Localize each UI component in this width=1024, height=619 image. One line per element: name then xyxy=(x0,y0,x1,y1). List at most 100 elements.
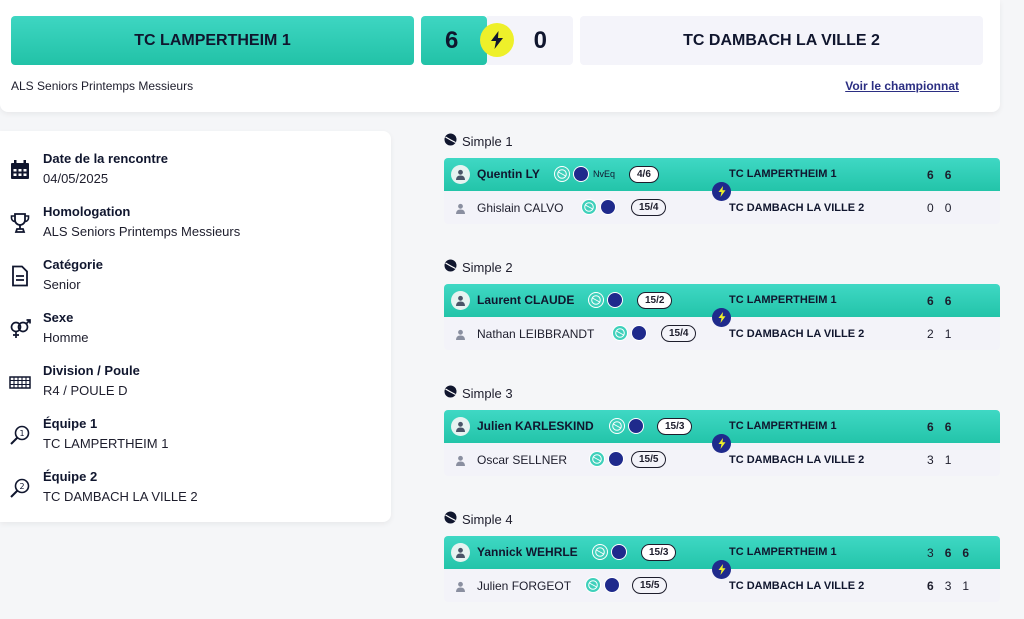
match-title-text: Simple 3 xyxy=(462,385,513,401)
lightning-icon xyxy=(712,182,731,201)
ranking-badge: 15/3 xyxy=(657,418,693,435)
set-score: 1 xyxy=(962,579,970,593)
winner-sets: 66 xyxy=(927,168,951,182)
tennis-badge-icon xyxy=(554,166,570,182)
ranking-badge: 15/3 xyxy=(641,544,677,561)
competition-label: ALS Seniors Printemps Messieurs xyxy=(11,79,194,93)
set-score: 3 xyxy=(927,546,934,560)
lightning-icon xyxy=(712,308,731,327)
player-team: TC LAMPERTHEIM 1 xyxy=(729,420,837,432)
player-name[interactable]: Yannick WEHRLE xyxy=(477,545,578,559)
player-team: TC LAMPERTHEIM 1 xyxy=(729,546,837,558)
player-team: TC LAMPERTHEIM 1 xyxy=(729,168,837,180)
championship-link[interactable]: Voir le championnat xyxy=(845,79,959,93)
tennis-badge-icon xyxy=(609,418,625,434)
player-badges xyxy=(581,199,616,215)
set-score: 6 xyxy=(927,294,934,308)
avatar-icon xyxy=(453,579,467,593)
player-badges xyxy=(612,325,647,341)
info-label: Division / Poule xyxy=(43,363,140,378)
eu-badge-icon xyxy=(604,577,620,593)
svg-text:2: 2 xyxy=(19,482,24,491)
info-category: Catégorie Senior xyxy=(0,257,380,301)
set-score: 6 xyxy=(944,420,952,434)
player-team: TC DAMBACH LA VILLE 2 xyxy=(729,328,865,340)
tennis-badge-icon xyxy=(585,577,601,593)
player-badges xyxy=(589,451,624,467)
player-name[interactable]: Quentin LY xyxy=(477,167,540,181)
tennis-badge-icon xyxy=(581,199,597,215)
eu-badge-icon xyxy=(631,325,647,341)
player-badges xyxy=(609,418,644,434)
document-icon xyxy=(12,265,28,287)
home-score: 6 xyxy=(421,16,487,65)
player-team: TC LAMPERTHEIM 1 xyxy=(729,294,837,306)
lightning-icon xyxy=(712,560,731,579)
match-title-text: Simple 4 xyxy=(462,511,513,527)
tennis-ball-icon xyxy=(444,259,457,275)
set-score: 1 xyxy=(944,327,952,341)
nveq-label: NvEq xyxy=(593,169,616,179)
player-team: TC DAMBACH LA VILLE 2 xyxy=(729,454,865,466)
trophy-icon xyxy=(10,213,30,233)
player-name[interactable]: Laurent CLAUDE xyxy=(477,293,574,307)
ranking-badge: 15/5 xyxy=(631,451,667,468)
set-score: 2 xyxy=(927,327,934,341)
player-name[interactable]: Julien KARLESKIND xyxy=(477,419,594,433)
player-name[interactable]: Oscar SELLNER xyxy=(477,453,567,467)
loser-sets: 21 xyxy=(927,327,951,341)
set-score: 6 xyxy=(927,168,934,182)
scoreboard-card: TC LAMPERTHEIM 1 6 0 TC DAMBACH LA VILLE… xyxy=(0,0,1000,112)
tennis-badge-icon xyxy=(588,292,604,308)
player-team: TC DAMBACH LA VILLE 2 xyxy=(729,202,865,214)
player-name[interactable]: Ghislain CALVO xyxy=(477,201,563,215)
tennis-badge-icon xyxy=(592,544,608,560)
avatar-icon xyxy=(451,165,470,184)
ranking-badge: 15/4 xyxy=(631,199,667,216)
info-value: ALS Seniors Printemps Messieurs xyxy=(43,224,241,239)
ranking-badge: 15/2 xyxy=(637,292,673,309)
avatar-icon xyxy=(453,201,467,215)
racket-2-icon: 2 xyxy=(10,478,30,498)
set-score: 6 xyxy=(944,168,952,182)
ranking-badge: 15/4 xyxy=(661,325,697,342)
set-score: 1 xyxy=(944,453,952,467)
avatar-icon xyxy=(451,291,470,310)
info-team-1: 1 Équipe 1 TC LAMPERTHEIM 1 xyxy=(0,416,380,460)
info-date: Date de la rencontre 04/05/2025 xyxy=(0,151,380,195)
match-title-text: Simple 1 xyxy=(462,133,513,149)
avatar-icon xyxy=(453,453,467,467)
winner-sets: 66 xyxy=(927,294,951,308)
info-value: 04/05/2025 xyxy=(43,171,109,186)
grid-icon xyxy=(9,376,31,389)
home-team-name: TC LAMPERTHEIM 1 xyxy=(11,16,414,65)
loser-sets: 631 xyxy=(927,579,969,593)
set-score: 6 xyxy=(962,546,970,560)
ranking-badge: 15/5 xyxy=(632,577,668,594)
player-name[interactable]: Julien FORGEOT xyxy=(477,579,571,593)
info-homologation: Homologation ALS Seniors Printemps Messi… xyxy=(0,204,380,248)
info-division: Division / Poule R4 / POULE D xyxy=(0,363,380,407)
tennis-badge-icon xyxy=(589,451,605,467)
match-title: Simple 3 xyxy=(444,385,513,401)
set-score: 3 xyxy=(927,453,934,467)
gender-icon xyxy=(10,319,31,338)
match-title-text: Simple 2 xyxy=(462,259,513,275)
eu-badge-icon xyxy=(607,292,623,308)
calendar-icon xyxy=(11,160,29,179)
info-label: Sexe xyxy=(43,310,74,325)
set-score: 3 xyxy=(944,579,952,593)
info-value: Senior xyxy=(43,277,81,292)
info-sex: Sexe Homme xyxy=(0,310,380,354)
winner-sets: 66 xyxy=(927,420,951,434)
set-score: 6 xyxy=(927,579,934,593)
info-value: R4 / POULE D xyxy=(43,383,128,398)
player-name[interactable]: Nathan LEIBBRANDT xyxy=(477,327,594,341)
set-score: 0 xyxy=(944,201,952,215)
set-score: 0 xyxy=(927,201,934,215)
info-label: Homologation xyxy=(43,204,131,219)
set-score: 6 xyxy=(944,294,952,308)
eu-badge-icon xyxy=(573,166,589,182)
info-team-2: 2 Équipe 2 TC DAMBACH LA VILLE 2 xyxy=(0,469,380,513)
info-label: Catégorie xyxy=(43,257,103,272)
